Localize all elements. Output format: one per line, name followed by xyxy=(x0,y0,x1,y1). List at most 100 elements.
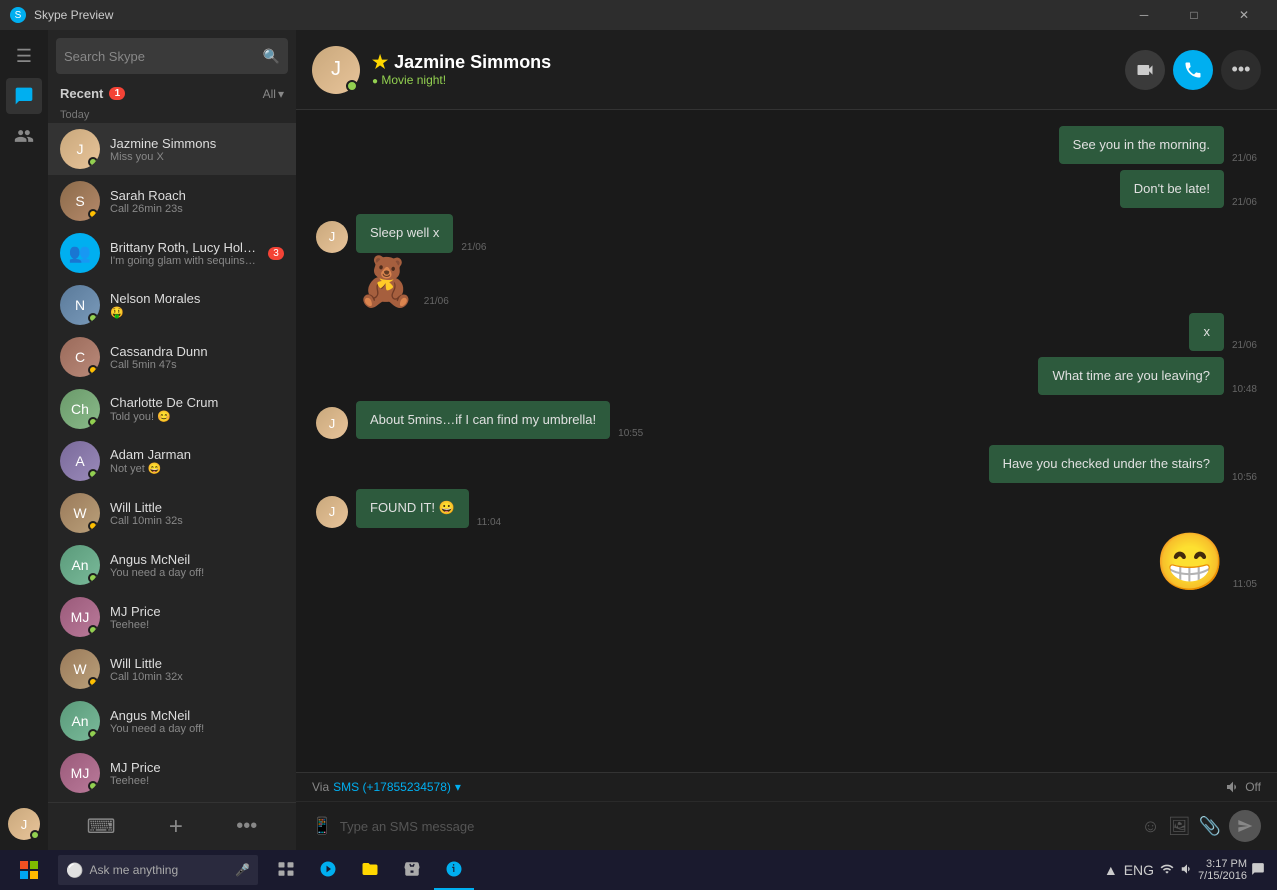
maximize-button[interactable]: □ xyxy=(1171,0,1217,30)
main-app: ☰ J 🔍 Recent 1 All ▾ To xyxy=(0,30,1277,850)
list-item[interactable]: W Will Little Call 10min 32x xyxy=(48,643,296,695)
titlebar-title: Skype Preview xyxy=(34,8,113,22)
contact-name: Angus McNeil xyxy=(110,708,284,723)
contact-preview: I'm going glam with sequins. See you h… xyxy=(110,255,258,267)
message-time: 10:55 xyxy=(618,428,643,439)
message-row: 10:48 What time are you leaving? xyxy=(316,357,1257,395)
message-time: 21/06 xyxy=(424,296,449,307)
message-time: 21/06 xyxy=(1232,340,1257,351)
contact-name: Brittany Roth, Lucy Holcomb, S… xyxy=(110,240,258,255)
contact-preview: You need a day off! xyxy=(110,567,284,579)
network-icon[interactable] xyxy=(1160,862,1174,879)
list-item[interactable]: J Jazmine Simmons Miss you X xyxy=(48,123,296,175)
list-item[interactable]: MJ MJ Price Teehee! xyxy=(48,747,296,799)
sms-via-bar: Via SMS (+17855234578) ▾ Off xyxy=(296,773,1277,802)
message-time: 11:05 xyxy=(1233,579,1257,590)
list-item[interactable]: Ch Charlotte De Crum Told you! 😊 xyxy=(48,383,296,435)
audio-call-button[interactable] xyxy=(1173,50,1213,90)
message-row: 10:56 Have you checked under the stairs? xyxy=(316,445,1257,483)
all-filter[interactable]: All ▾ xyxy=(263,87,284,101)
message-avatar: J xyxy=(316,407,348,439)
more-chat-options-button[interactable]: ••• xyxy=(1221,50,1261,90)
send-button[interactable] xyxy=(1229,810,1261,842)
contact-info: Angus McNeil You need a day off! xyxy=(110,552,284,579)
profile-nav-icon[interactable]: J xyxy=(6,806,42,842)
message-bubble: About 5mins…if I can find my umbrella! xyxy=(356,401,610,439)
message-bubble: What time are you leaving? xyxy=(1038,357,1224,395)
input-indicator-icon[interactable]: ENG xyxy=(1124,862,1154,878)
star-icon: ★ xyxy=(372,52,388,73)
message-avatar: J xyxy=(316,221,348,253)
input-area: Via SMS (+17855234578) ▾ Off 📱 ☺ 🖼 📎 xyxy=(296,772,1277,850)
list-item[interactable]: N Nelson Morales 🤑 xyxy=(48,279,296,331)
avatar: 👥 xyxy=(60,233,100,273)
search-input[interactable] xyxy=(64,49,263,64)
contact-info: Jazmine Simmons Miss you X xyxy=(110,136,284,163)
dialpad-icon[interactable]: ⌨ xyxy=(87,814,116,839)
add-contact-button[interactable]: + xyxy=(169,813,183,841)
contact-preview: Call 10min 32s xyxy=(110,515,284,527)
sms-off-toggle[interactable]: Off xyxy=(1225,779,1261,795)
contact-info: Angus McNeil You need a day off! xyxy=(110,708,284,735)
contacts-nav-icon[interactable] xyxy=(6,118,42,154)
contact-info: Adam Jarman Not yet 😄 xyxy=(110,447,284,475)
messages-area: 21/06 See you in the morning. 21/06 Don'… xyxy=(296,110,1277,772)
file-attach-button[interactable]: 📎 xyxy=(1199,816,1221,837)
chat-contact-info: ★ Jazmine Simmons ● Movie night! xyxy=(372,52,551,87)
taskbar-apps xyxy=(266,850,474,890)
microphone-icon: 🎤 xyxy=(235,863,250,877)
contact-name: Jazmine Simmons xyxy=(110,136,284,151)
contact-name: Charlotte De Crum xyxy=(110,395,284,410)
more-options-icon[interactable]: ••• xyxy=(236,815,257,838)
task-view-button[interactable] xyxy=(266,850,306,890)
contact-name: Nelson Morales xyxy=(110,291,284,306)
start-button[interactable] xyxy=(4,850,54,890)
notification-icon[interactable]: ▲ xyxy=(1104,862,1118,878)
taskbar-clock[interactable]: 3:17 PM 7/15/2016 xyxy=(1198,858,1247,882)
skype-app[interactable] xyxy=(434,850,474,890)
list-item[interactable]: MJ MJ Price Teehee! xyxy=(48,591,296,643)
edge-app[interactable] xyxy=(308,850,348,890)
sms-number[interactable]: SMS (+17855234578) xyxy=(333,780,451,794)
avatar: Ch xyxy=(60,389,100,429)
close-button[interactable]: ✕ xyxy=(1221,0,1267,30)
list-item[interactable]: A Adam Jarman Not yet 😄 xyxy=(48,435,296,487)
contact-preview: Call 5min 47s xyxy=(110,359,284,371)
chat-nav-icon[interactable] xyxy=(6,78,42,114)
message-row: J 🧸 21/06 xyxy=(316,259,1257,307)
chevron-down-icon[interactable]: ▾ xyxy=(455,780,461,794)
chevron-down-icon: ▾ xyxy=(278,87,284,101)
list-item[interactable]: An Angus McNeil You need a day off! xyxy=(48,539,296,591)
action-center-icon[interactable] xyxy=(1251,862,1265,879)
taskbar-system-icons: ▲ ENG xyxy=(1104,862,1194,879)
message-input[interactable] xyxy=(340,819,1133,834)
list-item[interactable]: C Cassandra Dunn Call 5min 47s xyxy=(48,331,296,383)
avatar: MJ xyxy=(60,597,100,637)
menu-icon[interactable]: ☰ xyxy=(6,38,42,74)
store-app[interactable] xyxy=(392,850,432,890)
image-attach-button[interactable]: 🖼 xyxy=(1168,816,1191,837)
contact-preview: Call 26min 23s xyxy=(110,203,284,215)
avatar: W xyxy=(60,649,100,689)
emoji-picker-button[interactable]: ☺ xyxy=(1141,816,1159,837)
video-call-button[interactable] xyxy=(1125,50,1165,90)
sms-via-info: Via SMS (+17855234578) ▾ xyxy=(312,780,461,794)
minimize-button[interactable]: ─ xyxy=(1121,0,1167,30)
list-item[interactable]: S Sarah Roach Call 26min 23s xyxy=(48,175,296,227)
contact-info: Brittany Roth, Lucy Holcomb, S… I'm goin… xyxy=(110,240,258,267)
message-row: 11:05 😁 xyxy=(316,534,1257,590)
list-item[interactable]: W Will Little Call 10min 32s xyxy=(48,487,296,539)
search-box[interactable]: 🔍 xyxy=(56,38,288,74)
recent-badge: 1 xyxy=(109,87,125,100)
avatar: S xyxy=(60,181,100,221)
avatar: J xyxy=(60,129,100,169)
message-row: J FOUND IT! 😀 11:04 xyxy=(316,489,1257,527)
date-section-label: Today xyxy=(48,105,296,123)
taskbar-search[interactable]: ⚪ Ask me anything 🎤 xyxy=(58,855,258,885)
contact-info: Will Little Call 10min 32s xyxy=(110,500,284,527)
avatar: C xyxy=(60,337,100,377)
volume-icon[interactable] xyxy=(1180,862,1194,879)
list-item[interactable]: An Angus McNeil You need a day off! xyxy=(48,695,296,747)
list-item[interactable]: 👥 Brittany Roth, Lucy Holcomb, S… I'm go… xyxy=(48,227,296,279)
explorer-app[interactable] xyxy=(350,850,390,890)
